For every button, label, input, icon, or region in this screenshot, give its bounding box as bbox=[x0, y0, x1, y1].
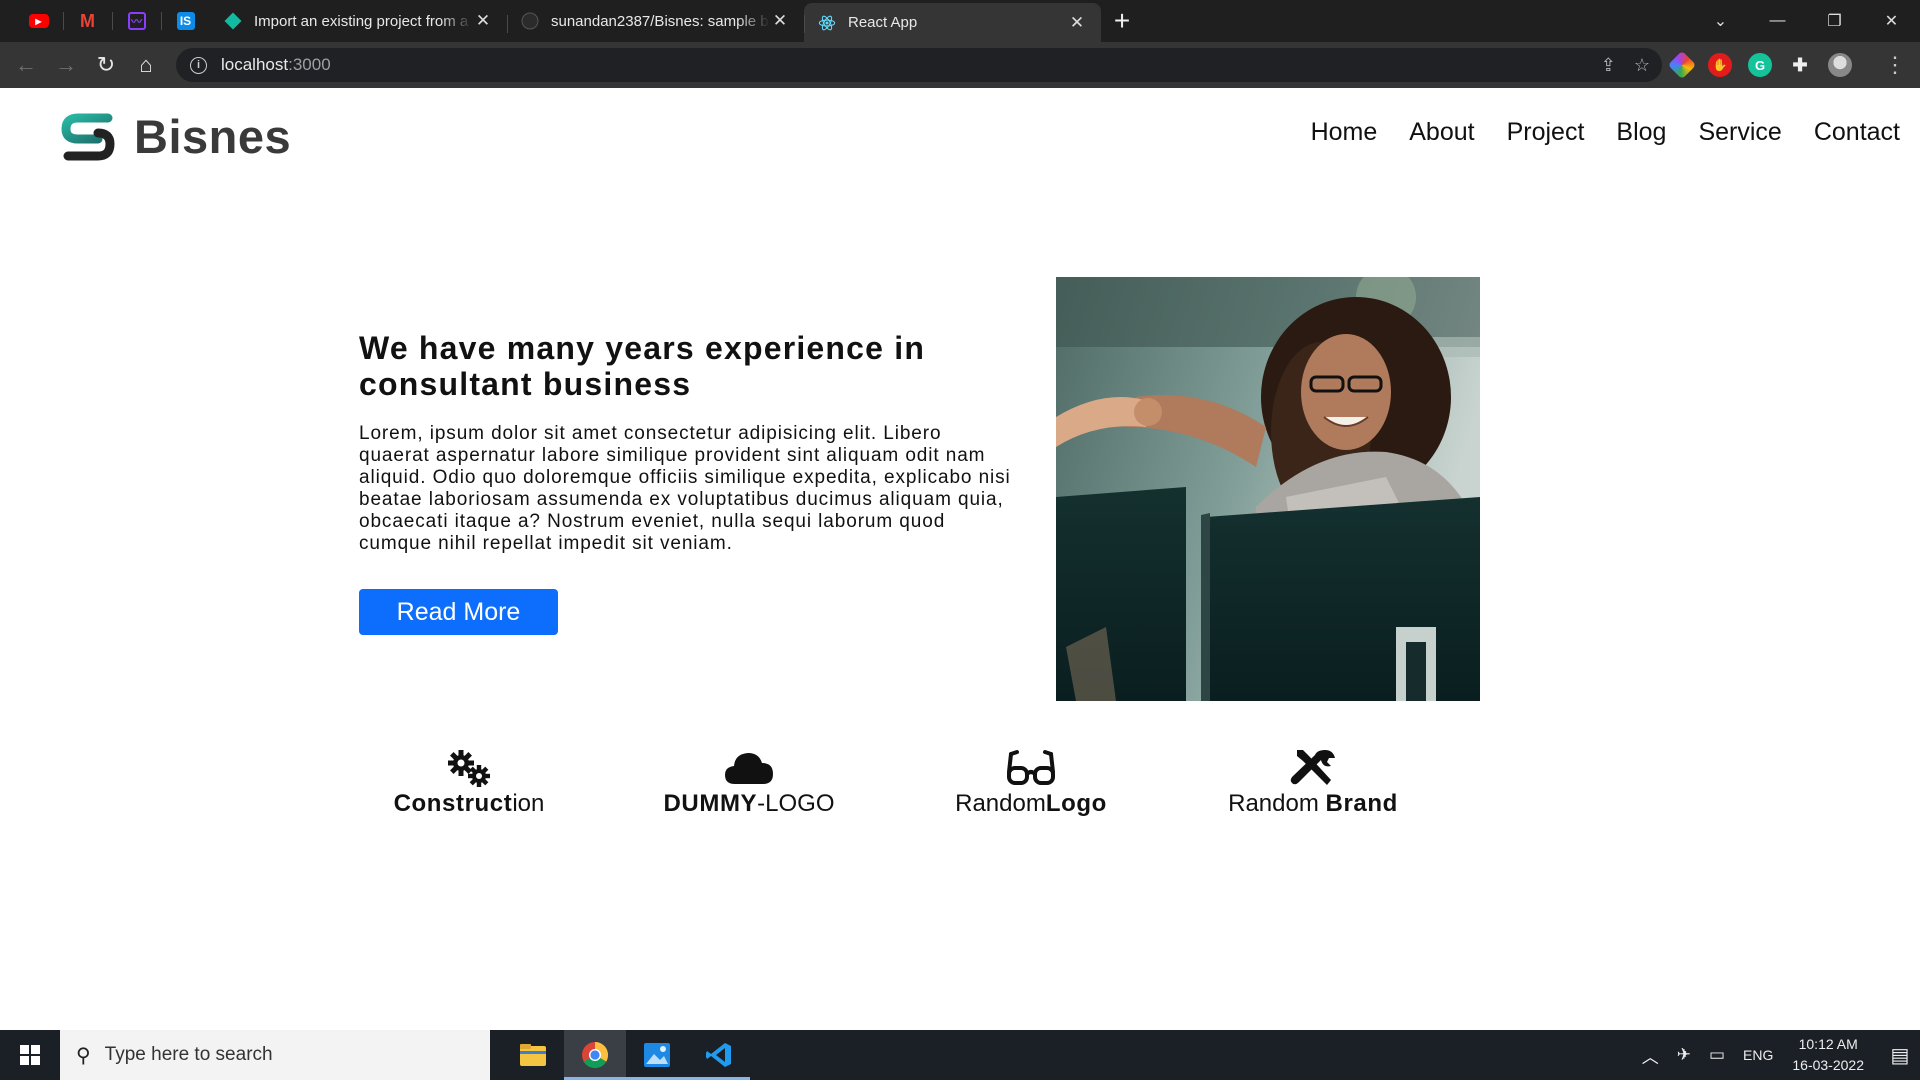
file-explorer-icon bbox=[520, 1044, 546, 1066]
search-placeholder: Type here to search bbox=[104, 1044, 273, 1065]
main-nav: Home About Project Blog Service Contact bbox=[1311, 118, 1900, 147]
react-app-page: Bisnes Home About Project Blog Service C… bbox=[0, 88, 1920, 1030]
restore-button[interactable]: ❐ bbox=[1806, 0, 1863, 42]
windows-taskbar: ⚲ Type here to search ︿ ✈ ▭ ENG 10:12 AM… bbox=[0, 1030, 1920, 1080]
bookmark-star-icon[interactable]: ☆ bbox=[1634, 55, 1650, 76]
logo-randomlogo-text: RandomLogo bbox=[955, 790, 1107, 817]
search-icon: ⚲ bbox=[76, 1044, 91, 1067]
brand-logo-icon bbox=[61, 113, 115, 161]
pinned-tabs: ▶ M 〰 IS bbox=[0, 0, 210, 42]
omnibox-actions: ⇪ ☆ bbox=[1601, 48, 1650, 82]
chrome-icon bbox=[582, 1041, 609, 1069]
nav-service[interactable]: Service bbox=[1698, 118, 1781, 147]
home-button[interactable]: ⌂ bbox=[126, 45, 166, 85]
browser-menu-icon[interactable]: ⋮ bbox=[1884, 50, 1906, 80]
clock-date: 16-03-2022 bbox=[1792, 1057, 1864, 1073]
nav-project[interactable]: Project bbox=[1507, 118, 1585, 147]
logo-randombrand-text: Random Brand bbox=[1228, 790, 1398, 817]
address-bar[interactable]: i localhost:3000 ⇪ ☆ bbox=[176, 48, 1662, 82]
close-tab-icon[interactable]: ✕ bbox=[770, 11, 790, 31]
tab-search-chevron-icon[interactable]: ⌄ bbox=[1692, 0, 1749, 42]
vscode-icon bbox=[706, 1043, 731, 1067]
back-button[interactable]: ← bbox=[6, 45, 46, 85]
logo-construction: Construction bbox=[369, 748, 569, 818]
close-tab-icon[interactable]: ✕ bbox=[1067, 13, 1087, 33]
grammarly-icon[interactable]: G bbox=[1748, 53, 1772, 77]
share-icon[interactable]: ⇪ bbox=[1601, 55, 1616, 76]
taskbar-clock[interactable]: 10:12 AM 16-03-2022 bbox=[1792, 1034, 1864, 1076]
extensions-bar: ✋ G ✚ bbox=[1667, 48, 1852, 82]
reload-button[interactable]: ↻ bbox=[86, 45, 126, 85]
tab-title: Import an existing project from a bbox=[254, 12, 469, 30]
gitpod-diamond-icon bbox=[224, 12, 242, 30]
tab-title: React App bbox=[848, 14, 918, 31]
pinned-tab-is[interactable]: IS bbox=[161, 0, 210, 42]
tray-chevron-icon[interactable]: ︿ bbox=[1642, 1043, 1659, 1068]
nav-blog[interactable]: Blog bbox=[1616, 118, 1666, 147]
taskbar-photos[interactable] bbox=[626, 1030, 688, 1080]
is-icon: IS bbox=[176, 12, 195, 30]
nav-about[interactable]: About bbox=[1409, 118, 1474, 147]
adblock-icon[interactable]: ✋ bbox=[1708, 53, 1732, 77]
profile-avatar[interactable] bbox=[1828, 53, 1852, 77]
hero-title: We have many years experience in consult… bbox=[359, 330, 926, 402]
gears-icon bbox=[448, 750, 490, 787]
logo-randombrand: Random Brand bbox=[1213, 748, 1413, 818]
language-indicator[interactable]: ENG bbox=[1743, 1047, 1773, 1063]
new-tab-button[interactable]: + bbox=[1101, 3, 1143, 39]
photos-icon bbox=[644, 1043, 670, 1067]
tab-react-app[interactable]: React App ✕ bbox=[804, 3, 1101, 42]
logo-dummy-text: DUMMY-LOGO bbox=[663, 790, 835, 817]
tab-title: sunandan2387/Bisnes: sample bu bbox=[551, 12, 770, 30]
logo-dummy: DUMMY-LOGO bbox=[649, 748, 849, 818]
clock-time: 10:12 AM bbox=[1798, 1036, 1858, 1052]
system-tray: ︿ ✈ ▭ ENG 10:12 AM 16-03-2022 ▤ bbox=[1633, 1030, 1920, 1080]
tools-icon bbox=[1290, 750, 1335, 785]
brand-name: Bisnes bbox=[134, 109, 292, 163]
site-info-icon[interactable]: i bbox=[190, 56, 207, 74]
close-tab-icon[interactable]: ✕ bbox=[473, 11, 493, 31]
address-port: :3000 bbox=[288, 55, 331, 74]
start-button[interactable] bbox=[0, 1030, 60, 1080]
battery-icon[interactable]: ▭ bbox=[1709, 1045, 1725, 1065]
extensions-puzzle-icon[interactable]: ✚ bbox=[1788, 53, 1812, 77]
logo-construction-text: Construction bbox=[393, 790, 545, 817]
brand[interactable]: Bisnes bbox=[58, 106, 291, 166]
youtube-icon: ▶ bbox=[28, 14, 49, 28]
nav-home[interactable]: Home bbox=[1311, 118, 1378, 147]
pinned-tab-gmail[interactable]: M bbox=[63, 0, 112, 42]
airplane-mode-icon[interactable]: ✈ bbox=[1677, 1045, 1691, 1065]
browser-toolbar: ← → ↻ ⌂ i localhost:3000 ⇪ ☆ ✋ G ✚ ⋮ bbox=[0, 42, 1920, 88]
gmail-icon: M bbox=[80, 10, 95, 31]
close-window-button[interactable]: ✕ bbox=[1863, 0, 1920, 42]
minimize-button[interactable]: — bbox=[1749, 0, 1806, 42]
notifications-icon[interactable]: ▤ bbox=[1880, 1043, 1920, 1068]
forward-button[interactable]: → bbox=[46, 45, 86, 85]
taskbar-chrome[interactable] bbox=[564, 1030, 626, 1080]
hero-paragraph: Lorem, ipsum dolor sit amet consectetur … bbox=[359, 423, 1011, 554]
read-more-button[interactable]: Read More bbox=[359, 589, 558, 635]
taskbar-search-box[interactable]: ⚲ Type here to search bbox=[60, 1030, 490, 1080]
cloud-icon bbox=[725, 753, 773, 784]
logo-randomlogo: RandomLogo bbox=[931, 748, 1131, 818]
glasses-icon bbox=[1007, 750, 1055, 785]
react-icon bbox=[818, 15, 836, 30]
address-host: localhost bbox=[221, 55, 289, 74]
windows-logo-icon bbox=[20, 1045, 40, 1065]
github-icon bbox=[521, 12, 539, 30]
brand-logos-strip: Construction DUMMY-LOGO RandomLogo Rando… bbox=[0, 748, 1920, 828]
taskbar-file-explorer[interactable] bbox=[502, 1030, 564, 1080]
pinned-tab-activity[interactable]: 〰 bbox=[112, 0, 161, 42]
hero-photo bbox=[1056, 277, 1480, 701]
nav-contact[interactable]: Contact bbox=[1814, 118, 1900, 147]
tab-import-project[interactable]: Import an existing project from a ✕ bbox=[210, 3, 507, 39]
color-extension-icon[interactable] bbox=[1667, 50, 1697, 80]
window-controls: ⌄ — ❐ ✕ bbox=[1692, 0, 1920, 42]
tab-github[interactable]: sunandan2387/Bisnes: sample bu ✕ bbox=[507, 3, 804, 39]
taskbar-vscode[interactable] bbox=[688, 1030, 750, 1080]
pinned-tab-youtube[interactable]: ▶ bbox=[14, 0, 63, 42]
hero-photo-illustration bbox=[1056, 277, 1480, 701]
browser-tab-strip: ▶ M 〰 IS Import an existing project from… bbox=[0, 0, 1920, 42]
activity-icon: 〰 bbox=[127, 12, 146, 30]
